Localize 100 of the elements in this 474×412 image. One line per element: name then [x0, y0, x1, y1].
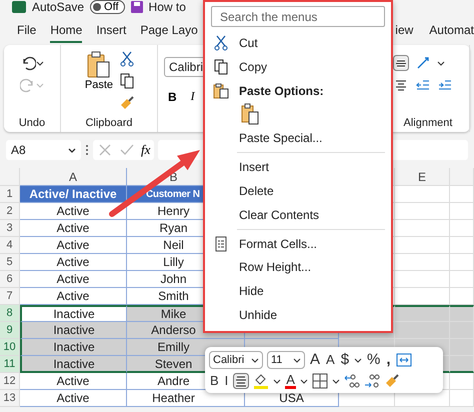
- table-cell: Active: [20, 237, 127, 254]
- more-icon[interactable]: [85, 143, 89, 157]
- table-cell: Inactive: [20, 322, 127, 339]
- table-cell: [395, 305, 450, 322]
- fill-color-icon[interactable]: [253, 372, 270, 388]
- comma-style-button[interactable]: ,: [385, 351, 392, 368]
- ribbon-tab[interactable]: Page Layo: [140, 16, 198, 42]
- copy-icon: [213, 58, 229, 75]
- table-cell: [450, 305, 474, 322]
- row-header[interactable]: 8: [0, 305, 20, 322]
- table-cell: Inactive: [20, 305, 127, 322]
- table-cell: Active: [20, 373, 127, 390]
- caret-icon: [68, 146, 76, 154]
- text-orientation-icon[interactable]: [415, 55, 431, 71]
- row-header[interactable]: 2: [0, 203, 20, 220]
- autosave-toggle[interactable]: Off: [90, 0, 125, 14]
- table-cell: [395, 186, 450, 203]
- column-header[interactable]: A: [20, 168, 127, 186]
- paste-button[interactable]: Paste: [82, 49, 116, 111]
- table-cell: [450, 271, 474, 288]
- table-cell: [395, 203, 450, 220]
- ribbon-tab[interactable]: Automat: [429, 16, 474, 42]
- table-cell: [450, 390, 474, 407]
- document-title: How to: [148, 0, 186, 14]
- table-cell: [395, 220, 450, 237]
- excel-logo-icon: [12, 1, 26, 13]
- font-name-dropdown[interactable]: Calibri: [209, 350, 263, 368]
- increase-font-size-button[interactable]: A: [309, 351, 322, 368]
- caret-icon[interactable]: [354, 356, 362, 364]
- autosave-label: AutoSave: [32, 0, 84, 14]
- clipboard-icon: [86, 51, 111, 79]
- table-cell: Active/ Inactive: [20, 186, 127, 203]
- borders-icon[interactable]: [312, 372, 328, 388]
- table-cell: [395, 254, 450, 271]
- caret-icon[interactable]: [437, 59, 445, 67]
- align-middle-icon[interactable]: [393, 55, 409, 71]
- paste-option-icon[interactable]: [241, 103, 259, 126]
- table-cell: [450, 186, 474, 203]
- row-header[interactable]: 10: [0, 339, 20, 356]
- menu-search-field[interactable]: Search the menus: [211, 6, 385, 28]
- italic-button[interactable]: I: [190, 89, 195, 104]
- scissors-icon[interactable]: [119, 51, 136, 67]
- table-cell: Active: [20, 390, 127, 407]
- ribbon-tab[interactable]: iew: [395, 16, 414, 42]
- group-label: Alignment: [402, 117, 454, 129]
- ribbon-tab[interactable]: Insert: [96, 16, 126, 42]
- percent-button[interactable]: %: [366, 351, 382, 368]
- caret-icon[interactable]: [300, 376, 308, 384]
- table-cell: [450, 254, 474, 271]
- row-header[interactable]: 12: [0, 373, 20, 390]
- row-header[interactable]: 7: [0, 288, 20, 305]
- menu-item[interactable]: Cut: [211, 31, 385, 55]
- increase-decimal-icon[interactable]: [344, 372, 360, 388]
- merge-center-icon[interactable]: [396, 352, 412, 368]
- save-icon[interactable]: [130, 1, 143, 13]
- bold-button[interactable]: B: [168, 89, 177, 104]
- font-color-button[interactable]: A: [285, 372, 296, 388]
- insert-function-button[interactable]: fx: [141, 142, 150, 158]
- column-header[interactable]: E: [395, 168, 450, 186]
- row-header[interactable]: 5: [0, 254, 20, 271]
- decrease-decimal-icon[interactable]: [364, 372, 380, 388]
- row-header[interactable]: 6: [0, 271, 20, 288]
- caret-icon: [293, 356, 301, 364]
- align-center-icon[interactable]: [233, 372, 250, 388]
- ribbon-tab[interactable]: Home: [50, 16, 82, 42]
- table-cell: Inactive: [20, 339, 127, 356]
- table-cell: [395, 322, 450, 339]
- format-cells-icon: [213, 236, 229, 252]
- row-header[interactable]: 4: [0, 237, 20, 254]
- group-label: Undo: [18, 117, 46, 129]
- caret-icon[interactable]: [36, 59, 44, 67]
- format-painter-icon[interactable]: [384, 372, 400, 388]
- clipboard-icon: [213, 82, 229, 99]
- row-header[interactable]: 3: [0, 220, 20, 237]
- table-cell: [450, 373, 474, 390]
- table-cell: [450, 203, 474, 220]
- caret-icon[interactable]: [273, 376, 282, 384]
- ribbon-tab[interactable]: File: [17, 16, 36, 42]
- name-box[interactable]: A8: [6, 140, 81, 160]
- italic-button[interactable]: I: [224, 373, 230, 388]
- font-size-dropdown[interactable]: 11: [267, 350, 305, 368]
- row-header[interactable]: 1: [0, 186, 20, 203]
- menu-heading: Paste Options:: [211, 78, 385, 103]
- caret-icon[interactable]: [332, 376, 340, 384]
- row-header[interactable]: 11: [0, 356, 20, 373]
- row-header[interactable]: 9: [0, 322, 20, 339]
- table-cell: [450, 356, 474, 373]
- table-cell: Active: [20, 220, 127, 237]
- table-cell: [395, 237, 450, 254]
- menu-item[interactable]: Paste Special...: [211, 126, 385, 150]
- bold-button[interactable]: B: [209, 373, 220, 388]
- table-cell: [450, 237, 474, 254]
- copy-icon[interactable]: [119, 73, 136, 89]
- row-header[interactable]: 13: [0, 390, 20, 407]
- format-painter-icon[interactable]: [119, 95, 136, 111]
- decrease-font-size-button[interactable]: A: [325, 352, 336, 367]
- scissors-icon: [213, 34, 229, 51]
- table-cell: Inactive: [20, 356, 127, 373]
- group-label: Clipboard: [84, 117, 134, 129]
- currency-button[interactable]: $: [340, 351, 350, 368]
